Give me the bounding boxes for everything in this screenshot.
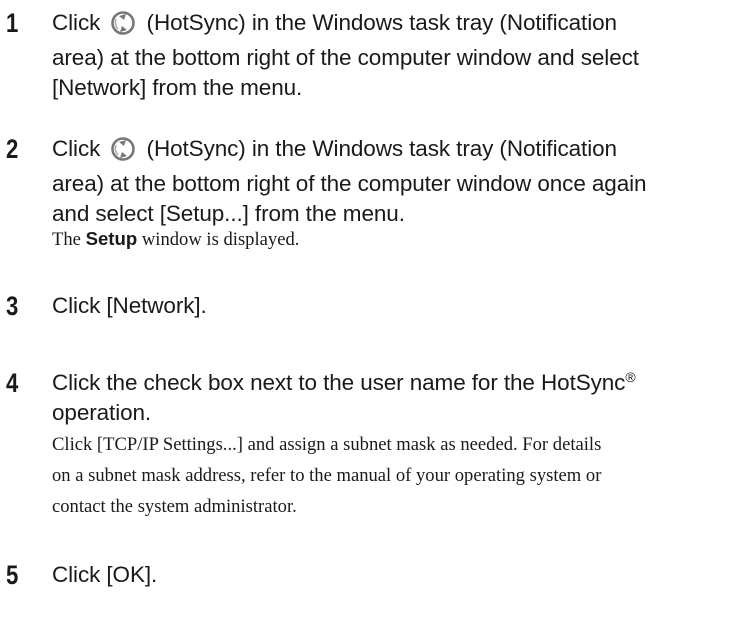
step-text-line1: Click the check box next to the user nam… (52, 370, 626, 395)
step-note: Click [TCP/IP Settings...] and assign a … (52, 434, 602, 517)
step-text: Click the check box next to the user nam… (52, 368, 752, 428)
step-text-line3: [Network] from the menu. (52, 75, 303, 100)
hotsync-icon (108, 137, 138, 169)
step-number: 2 (6, 134, 19, 164)
step-number: 5 (6, 560, 19, 590)
step-text: Click [Network]. (52, 293, 207, 318)
step-text: Click [OK]. (52, 562, 158, 587)
step-number: 1 (6, 8, 19, 38)
instruction-page: 1 Click (HotSync) in the Windows task tr… (0, 0, 754, 617)
step-number: 3 (6, 291, 19, 321)
step-text: Click (HotSync) in the Windows task tray… (52, 8, 752, 103)
step-text-lead: Click (52, 10, 107, 35)
step-text-lead: Click (52, 136, 107, 161)
step-text-line1: (HotSync) in the Windows task tray (Noti… (140, 10, 617, 35)
step-text-line1: (HotSync) in the Windows task tray (Noti… (140, 136, 617, 161)
step-text-line2: area) at the bottom right of the compute… (52, 45, 639, 70)
setup-window-name: Setup (85, 228, 138, 249)
step-text-line2: area) at the bottom right of the compute… (52, 171, 647, 196)
registered-mark: ® (625, 369, 636, 385)
step-text-line2: operation. (52, 400, 152, 425)
hotsync-icon (108, 11, 138, 43)
step-note: The Setup window is displayed. (52, 228, 300, 250)
step-number: 4 (6, 368, 19, 398)
step-text: Click (HotSync) in the Windows task tray… (52, 134, 752, 229)
